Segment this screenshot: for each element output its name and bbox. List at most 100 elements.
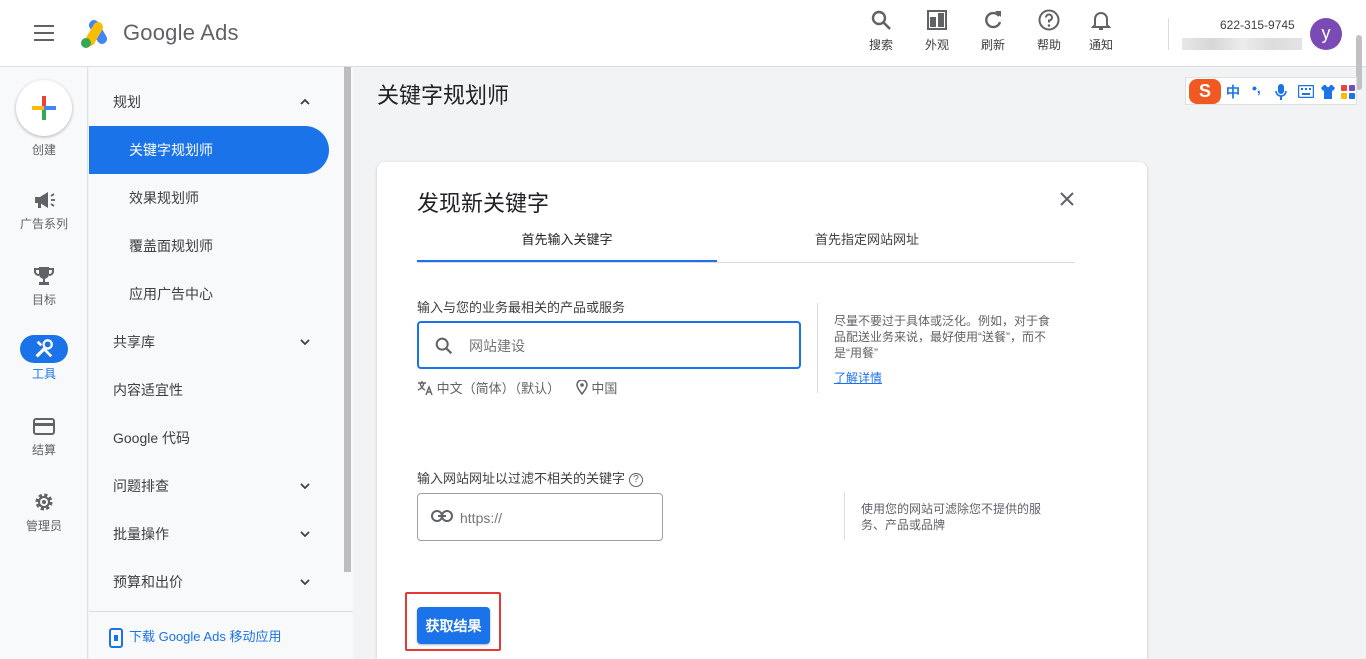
keyword-tip: 尽量不要过于具体或泛化。例如，对于食品配送业务来说，最好使用“送餐”，而不是“用… — [834, 314, 1051, 360]
trophy-icon — [34, 267, 54, 285]
location-pin-icon[interactable] — [576, 379, 588, 396]
url-tip: 使用您的网站可滤除您不提供的服务、产品或品牌 — [861, 502, 1042, 532]
megaphone-icon — [35, 192, 55, 208]
rail-item-campaigns[interactable]: 广告系列 — [0, 187, 88, 232]
learn-more-link[interactable]: 了解详情 — [834, 369, 882, 386]
create-label: 创建 — [31, 143, 56, 157]
plus-icon — [32, 96, 56, 120]
tab-divider — [417, 262, 1075, 263]
rail-create-label-wrap: 创建 — [0, 139, 88, 158]
help-tool-label: 帮助 — [1036, 38, 1061, 52]
tools-icon — [35, 339, 53, 358]
nav-item-app-advertising-hub[interactable]: 应用广告中心 — [89, 270, 329, 318]
help-tool[interactable]: 帮助 — [1027, 8, 1071, 53]
refresh-tool-label: 刷新 — [980, 38, 1005, 52]
nav-item-bulk-actions-label: 批量操作 — [113, 526, 169, 542]
help-icon — [1038, 9, 1060, 31]
google-ads-logo — [81, 20, 107, 48]
rail-item-tools-label: 工具 — [31, 367, 56, 381]
translate-icon[interactable] — [417, 380, 433, 396]
microphone-icon[interactable] — [1275, 84, 1287, 100]
rail-item-billing-label: 结算 — [31, 443, 56, 457]
credit-card-icon — [33, 418, 55, 435]
tab-start-with-keywords[interactable]: 首先输入关键字 — [417, 226, 717, 263]
sogou-logo-icon[interactable]: S — [1189, 79, 1221, 104]
nav-item-shared-library[interactable]: 共享库 — [89, 318, 329, 366]
nav-item-reach-planner[interactable]: 覆盖面规划师 — [89, 222, 329, 270]
keyboard-icon[interactable] — [1298, 85, 1314, 98]
download-app-label: 下载 Google Ads 移动应用 — [129, 629, 282, 644]
rail-item-admin[interactable]: 管理员 — [0, 489, 88, 534]
rail-item-admin-label: 管理员 — [25, 519, 62, 533]
rail-item-billing[interactable]: 结算 — [0, 413, 88, 458]
keyword-input-box[interactable] — [417, 321, 801, 369]
nav-item-budgets-bidding-label: 预算和出价 — [113, 574, 183, 590]
nav-item-performance-planner[interactable]: 效果规划师 — [89, 174, 329, 222]
refresh-tool[interactable]: 刷新 — [971, 8, 1015, 53]
nav-item-reach-planner-label: 覆盖面规划师 — [129, 238, 213, 254]
create-button[interactable] — [16, 80, 72, 136]
rail-active-pill — [20, 335, 68, 363]
discover-keywords-card: 发现新关键字 首先输入关键字 首先指定网站网址 输入与您的业务最相关的产品或服务… — [377, 162, 1147, 659]
ime-mode-toggle[interactable]: 中 — [1226, 82, 1240, 102]
rail-item-tools[interactable]: 工具 — [0, 335, 88, 382]
nav-item-planning[interactable]: 规划 — [89, 78, 329, 126]
url-tip-divider — [844, 492, 845, 540]
ime-toolbar[interactable]: S 中 •, — [1185, 77, 1357, 105]
chevron-up-icon — [300, 98, 310, 105]
appearance-tool-label: 外观 — [924, 38, 949, 52]
appearance-tool[interactable]: 外观 — [915, 8, 959, 53]
url-input-box[interactable] — [417, 493, 663, 541]
rail-item-goals[interactable]: 目标 — [0, 263, 88, 308]
card-title: 发现新关键字 — [417, 191, 550, 216]
nav-scrollbar[interactable] — [344, 67, 351, 572]
avatar[interactable]: y — [1310, 18, 1342, 50]
location-selector[interactable]: 中国 — [591, 381, 617, 396]
get-results-button[interactable]: 获取结果 — [417, 607, 490, 644]
top-bar: Google Ads 搜索 外观 刷新 帮助 通知 622-315-9745 y — [0, 0, 1366, 90]
ime-punctuation-toggle[interactable]: •, — [1252, 80, 1261, 96]
account-name-redacted — [1182, 38, 1302, 50]
tab-start-with-keywords-label: 首先输入关键字 — [521, 232, 613, 247]
nav-item-bulk-actions[interactable]: 批量操作 — [89, 510, 329, 558]
keyword-input[interactable] — [469, 335, 769, 357]
refresh-icon — [985, 11, 1002, 29]
rail-item-goals-label: 目标 — [31, 293, 56, 307]
nav-item-budgets-bidding[interactable]: 预算和出价 — [89, 558, 329, 606]
nav-item-keyword-planner[interactable]: 关键字规划师 — [89, 126, 329, 174]
nav-item-troubleshooting-label: 问题排查 — [113, 478, 169, 494]
language-selector[interactable]: 中文（简体）（默认） — [437, 381, 561, 396]
nav-item-google-tag-label: Google 代码 — [113, 430, 191, 446]
nav-panel: 规划 关键字规划师 效果规划师 覆盖面规划师 应用广告中心 共享库 内容适宜性 … — [89, 67, 353, 659]
tab-start-with-website-label: 首先指定网站网址 — [814, 232, 919, 247]
skin-shirt-icon[interactable] — [1320, 84, 1336, 100]
notifications-tool[interactable]: 通知 — [1079, 8, 1123, 53]
tab-start-with-website[interactable]: 首先指定网站网址 — [717, 226, 1017, 263]
url-field-label-text: 输入网站网址以过滤不相关的关键字 — [417, 471, 626, 486]
header-divider — [1168, 18, 1169, 50]
left-rail: 创建 广告系列 目标 工具 结算 管理员 — [0, 67, 88, 659]
nav-item-app-advertising-hub-label: 应用广告中心 — [129, 286, 213, 302]
keyword-tip-divider — [817, 303, 818, 393]
search-tool[interactable]: 搜索 — [859, 8, 903, 53]
rail-item-campaigns-label: 广告系列 — [19, 217, 68, 231]
menu-icon[interactable] — [34, 25, 54, 41]
nav-item-content-suitability-label: 内容适宜性 — [113, 382, 183, 398]
download-app-link[interactable]: 下载 Google Ads 移动应用 — [109, 626, 281, 648]
nav-item-shared-library-label: 共享库 — [113, 334, 155, 350]
nav-divider — [89, 611, 353, 612]
nav-item-content-suitability[interactable]: 内容适宜性 — [89, 366, 329, 414]
nav-item-troubleshooting[interactable]: 问题排查 — [89, 462, 329, 510]
bell-icon — [1090, 12, 1112, 30]
help-icon[interactable]: ? — [629, 473, 644, 487]
account-id[interactable]: 622-315-9745 — [1220, 18, 1295, 32]
brand-name: Google Ads — [123, 20, 239, 45]
keyword-field-label: 输入与您的业务最相关的产品或服务 — [417, 300, 626, 315]
phone-icon — [109, 627, 123, 648]
url-input[interactable] — [460, 508, 650, 528]
nav-item-google-tag[interactable]: Google 代码 — [89, 414, 329, 462]
url-field-label: 输入网站网址以过滤不相关的关键字? — [417, 468, 644, 487]
close-icon[interactable] — [1057, 189, 1077, 209]
apps-grid-icon[interactable] — [1341, 85, 1355, 99]
appearance-icon — [927, 10, 947, 30]
